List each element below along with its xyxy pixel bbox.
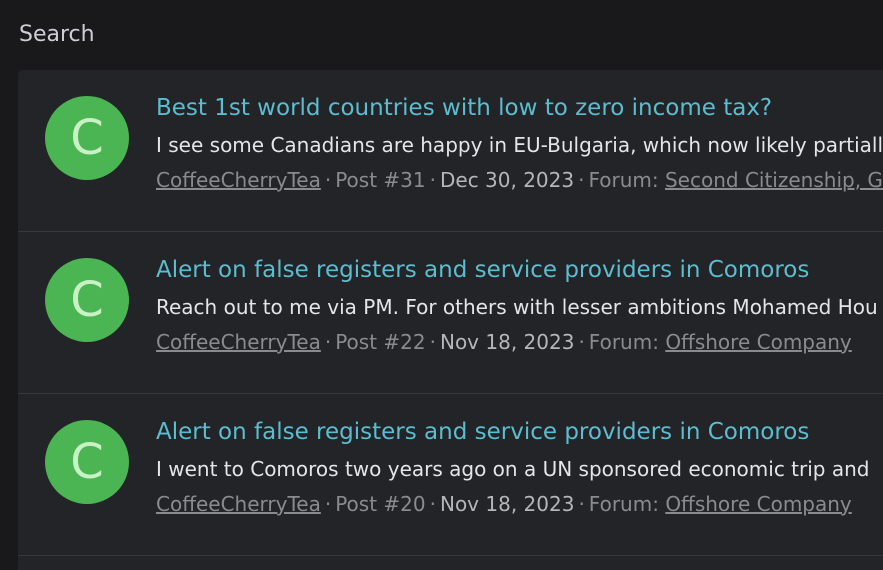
meta-separator: · (324, 167, 332, 192)
search-result: C Alert on false registers and service p… (18, 394, 883, 556)
result-snippet: Reach out to me via PM. For others with … (156, 294, 878, 319)
meta-separator: · (429, 167, 436, 192)
post-number: Post #22 (335, 329, 426, 354)
author-link[interactable]: CoffeeCherryTea (156, 492, 321, 516)
author-link[interactable]: CoffeeCherryTea (156, 168, 321, 192)
post-number: Post #31 (335, 167, 426, 192)
result-meta: CoffeeCherryTea · Post #22 · Nov 18, 2023 · Fo… (156, 330, 883, 354)
avatar[interactable]: C (45, 258, 129, 342)
page-title: Search (19, 22, 95, 47)
search-result: C Best 1st world countries with low to z… (18, 70, 883, 232)
forum-label: Forum: (588, 491, 659, 516)
result-content: Best 1st world countries with low to zer… (156, 95, 883, 192)
avatar[interactable]: C (45, 420, 129, 504)
result-title-link[interactable]: Alert on false registers and service pro… (156, 419, 883, 447)
meta-separator: · (324, 491, 332, 516)
result-snippet: I see some Canadians are happy in EU-Bul… (156, 132, 883, 157)
forum-label: Forum: (588, 167, 659, 192)
result-meta: CoffeeCherryTea · Post #31 · Dec 30, 2023 · Fo… (156, 168, 883, 192)
search-results-list: C Best 1st world countries with low to z… (18, 70, 883, 570)
meta-separator: · (324, 329, 332, 354)
result-title-link[interactable]: Alert on false registers and service pro… (156, 257, 883, 285)
avatar[interactable]: C (45, 96, 129, 180)
result-content: Alert on false registers and service pro… (156, 257, 883, 354)
post-date: Nov 18, 2023 (439, 329, 575, 354)
result-snippet: I went to Comoros two years ago on a UN … (156, 456, 870, 481)
forum-label: Forum: (588, 329, 659, 354)
result-title-link[interactable]: Best 1st world countries with low to zer… (156, 95, 883, 123)
forum-link[interactable]: Second Citizenship, G (665, 168, 883, 192)
result-meta: CoffeeCherryTea · Post #20 · Nov 18, 2023 · Fo… (156, 492, 883, 516)
post-date: Dec 30, 2023 (439, 167, 575, 192)
result-content: Alert on false registers and service pro… (156, 419, 883, 516)
forum-link[interactable]: Offshore Company (665, 492, 851, 516)
forum-link[interactable]: Offshore Company (665, 330, 851, 354)
meta-separator: · (578, 167, 585, 192)
meta-separator: · (429, 329, 436, 354)
meta-separator: · (578, 329, 585, 354)
search-result: C Alert on false registers and service p… (18, 232, 883, 394)
meta-separator: · (429, 491, 436, 516)
post-date: Nov 18, 2023 (439, 491, 575, 516)
meta-separator: · (578, 491, 585, 516)
post-number: Post #20 (335, 491, 426, 516)
author-link[interactable]: CoffeeCherryTea (156, 330, 321, 354)
